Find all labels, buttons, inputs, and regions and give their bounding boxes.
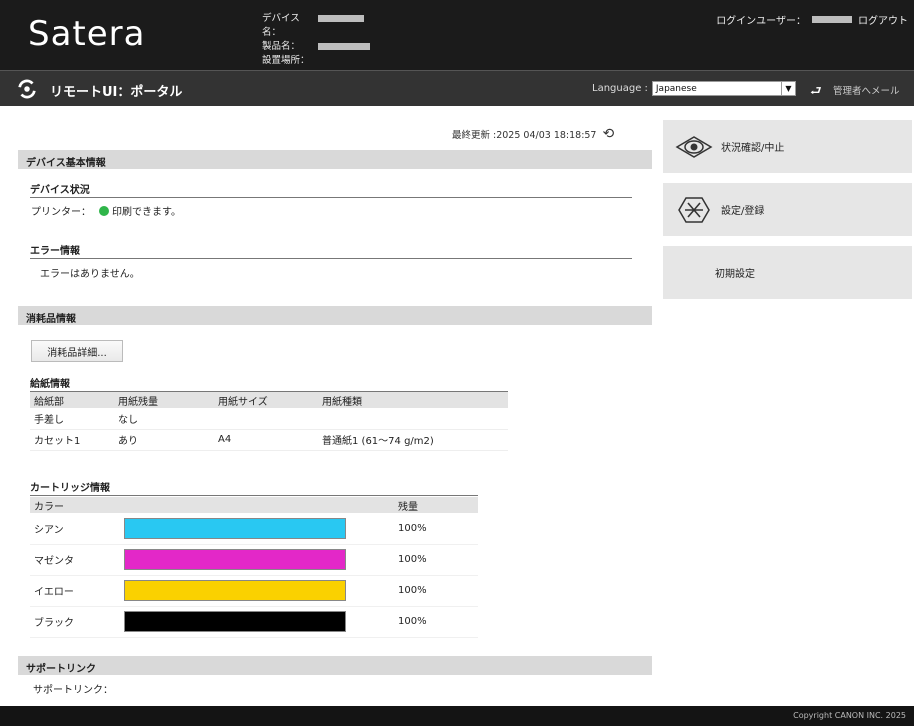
cartridge-level: 100% [394,544,478,576]
portal-icon [18,79,36,99]
paper-remaining: なし [114,408,214,430]
top-header: Satera デバイス名： 製品名： 設置場所： ログインユーザー： ログアウト [0,0,914,70]
paper-col-type: 用紙種類 [318,392,508,408]
paper-source: カセット1 [30,429,114,451]
redacted-product-name [318,43,370,50]
cartridge-info-heading: カートリッジ情報 [30,479,478,496]
cartridge-name: マゼンタ [30,544,120,576]
consumables-detail-button[interactable]: 消耗品詳細... [31,340,123,362]
device-info-block: デバイス名： 製品名： 設置場所： [262,12,370,68]
paper-type: 普通紙1 (61～74 g/m2) [318,429,508,451]
device-status-heading: デバイス状況 [30,181,632,198]
last-update-text: 最終更新 :2025 04/03 18:18:57 [452,130,597,141]
logout-link[interactable]: ログアウト [858,12,908,27]
product-name-label: 製品名： [262,41,301,52]
settings-asterisk-icon [678,196,710,223]
initial-settings-button[interactable]: 初期設定 [663,246,912,299]
cartridge-level: 100% [394,575,478,607]
support-link-label: サポートリンク： [33,685,113,696]
status-ok-icon [99,206,109,216]
table-row: ブラック 100% [30,606,478,638]
cartridge-col-level: 残量 [394,497,478,513]
eye-icon [675,135,713,158]
cyan-level-bar [124,517,346,539]
table-row: イエロー 100% [30,575,478,607]
paper-table: 給紙部 用紙残量 用紙サイズ 用紙種類 手差し なし カセット1 あり A4 普… [30,392,508,451]
language-area: Language : Japanese ▼ [592,81,796,96]
satera-logo: Satera [28,14,146,54]
printer-status-row: プリンター： 印刷できます。 [31,203,181,218]
table-row: シアン 100% [30,513,478,545]
cartridge-col-bar [120,497,394,513]
device-info-section-header: デバイス基本情報 [18,150,652,169]
cartridge-name: シアン [30,513,120,545]
paper-info-heading: 給紙情報 [30,375,508,392]
cartridge-level: 100% [394,513,478,545]
page-title: リモートUI：ポータル [50,85,183,100]
portal-bar: リモートUI：ポータル Language : Japanese ▼ ⮐ 管理者へ… [0,70,914,106]
cartridge-col-color: カラー [30,497,120,513]
magenta-level-bar [124,549,346,570]
status-monitor-label: 状況確認/中止 [721,143,785,154]
mail-arrow-icon[interactable]: ⮐ [810,82,822,104]
location-label: 設置場所： [262,55,310,66]
cartridge-table: カラー 残量 シアン 100% マゼンタ 100% イエロー 100% ブラック… [30,497,478,638]
paper-remaining: あり [114,429,214,451]
copyright-text: Copyright CANON INC. 2025 [793,711,906,720]
language-select[interactable]: Japanese ▼ [651,81,796,96]
table-row: マゼンタ 100% [30,544,478,576]
mail-admin-link[interactable]: 管理者へメール [833,83,900,97]
language-label: Language : [592,83,648,94]
settings-button[interactable]: 設定/登録 [663,183,912,236]
redacted-user-name [812,16,852,23]
initial-settings-label: 初期設定 [715,269,755,280]
paper-col-size: 用紙サイズ [214,392,318,408]
refresh-icon[interactable]: ⟲ [602,126,614,142]
error-text: エラーはありません。 [40,269,140,280]
table-row: カセット1 あり A4 普通紙1 (61～74 g/m2) [30,429,508,451]
paper-size [214,408,318,430]
chevron-down-icon: ▼ [780,82,795,95]
cartridge-name: イエロー [30,575,120,607]
error-info-heading: エラー情報 [30,242,632,259]
printer-label: プリンター： [31,207,91,218]
footer: Copyright CANON INC. 2025 [0,706,914,726]
language-value: Japanese [655,83,697,94]
cartridge-level: 100% [394,606,478,638]
settings-label: 設定/登録 [721,206,765,217]
last-update: 最終更新 :2025 04/03 18:18:57 ⟲ [452,126,614,142]
paper-source: 手差し [30,408,114,430]
consumables-section-header: 消耗品情報 [18,306,652,325]
paper-col-remaining: 用紙残量 [114,392,214,408]
redacted-device-name [318,15,364,22]
login-area: ログインユーザー： ログアウト [716,12,908,27]
printer-status-text: 印刷できます。 [112,207,181,218]
paper-col-source: 給紙部 [30,392,114,408]
paper-size: A4 [214,429,318,451]
table-row: 手差し なし [30,408,508,430]
paper-type [318,408,508,430]
support-section-header: サポートリンク [18,656,652,675]
yellow-level-bar [124,580,346,601]
black-level-bar [124,611,346,632]
status-monitor-button[interactable]: 状況確認/中止 [663,120,912,173]
login-user-label: ログインユーザー： [716,16,806,27]
cartridge-name: ブラック [30,606,120,638]
device-name-label: デバイス名： [262,13,300,38]
